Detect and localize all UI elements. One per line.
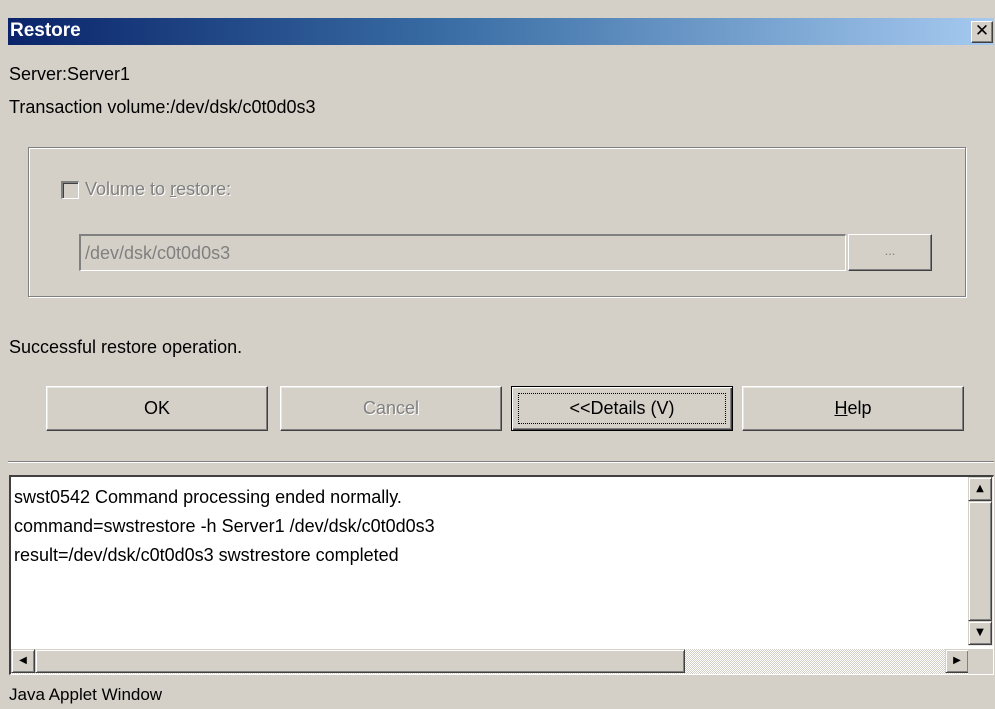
volume-to-restore-checkbox[interactable]: [61, 180, 79, 199]
help-button[interactable]: Help: [742, 386, 964, 431]
details-log-textarea[interactable]: swst0542 Command processing ended normal…: [9, 475, 994, 675]
vertical-scrollbar[interactable]: ▲ ▼: [968, 477, 993, 646]
title-bar[interactable]: Restore ✕: [8, 18, 994, 45]
separator: [8, 461, 994, 463]
window-title: Restore: [10, 20, 81, 41]
restore-volume-field[interactable]: /dev/dsk/c0t0d0s3: [79, 234, 846, 271]
transaction-volume-label: Transaction volume:/dev/dsk/c0t0d0s3: [9, 97, 316, 117]
log-line: result=/dev/dsk/c0t0d0s3 swstrestore com…: [14, 545, 399, 565]
scrollbar-corner: [968, 649, 993, 674]
scroll-left-icon[interactable]: ◀: [11, 649, 35, 673]
details-button-label: <<Details (V): [518, 393, 726, 424]
ok-button[interactable]: OK: [46, 386, 268, 431]
log-line: command=swstrestore -h Server1 /dev/dsk/…: [14, 516, 435, 536]
scroll-up-icon[interactable]: ▲: [968, 477, 992, 501]
vertical-scroll-thumb[interactable]: [968, 501, 992, 621]
java-applet-window-label: Java Applet Window: [9, 685, 163, 704]
close-icon[interactable]: ✕: [971, 21, 993, 43]
log-line: swst0542 Command processing ended normal…: [14, 487, 402, 507]
browse-button[interactable]: ...: [848, 234, 932, 271]
log-text: swst0542 Command processing ended normal…: [14, 483, 435, 570]
horizontal-scroll-thumb[interactable]: [35, 649, 685, 673]
restore-target-group: Volume to restore: /dev/dsk/c0t0d0s3 ...: [28, 147, 966, 297]
scroll-right-icon[interactable]: ▶: [945, 649, 969, 673]
restore-dialog: Restore ✕ Server:Server1 Transaction vol…: [0, 0, 995, 709]
horizontal-scrollbar[interactable]: ◀ ▶: [11, 649, 969, 674]
details-button[interactable]: <<Details (V): [511, 386, 733, 431]
scroll-down-icon[interactable]: ▼: [968, 621, 992, 645]
cancel-button[interactable]: Cancel: [280, 386, 502, 431]
server-label: Server:Server1: [9, 64, 131, 84]
volume-to-restore-label: Volume to restore:: [85, 179, 232, 199]
volume-to-restore-checkbox-row[interactable]: Volume to restore:: [61, 179, 231, 200]
status-message: Successful restore operation.: [9, 337, 243, 357]
